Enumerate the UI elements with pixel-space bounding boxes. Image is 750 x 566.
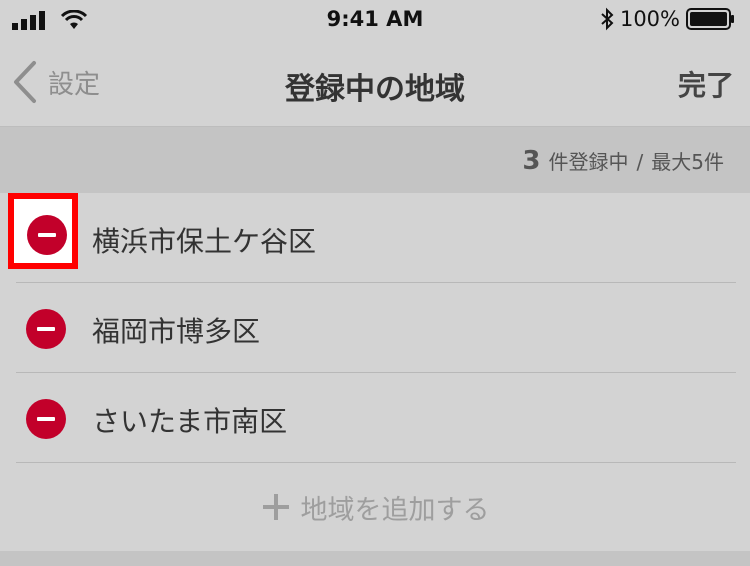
list-item: 横浜市保土ケ谷区 [0,193,750,283]
region-name: 福岡市博多区 [92,315,261,348]
list-item: 福岡市博多区 [0,283,750,373]
highlight-box [8,193,78,269]
battery-percent: 100% [619,7,680,31]
bottom-strip [0,551,750,566]
minus-icon [37,417,55,421]
add-region-label: 地域を追加する [300,494,490,526]
region-name: 横浜市保土ケ谷区 [92,225,317,258]
remove-button[interactable] [26,309,66,349]
max-count-label: 最大5件 [651,150,724,174]
plus-icon [262,494,289,520]
navigation-bar: 設定 登録中の地域 完了 [0,40,750,127]
add-region-button[interactable]: 地域を追加する [0,463,750,551]
remove-button[interactable] [26,399,66,439]
list-item: さいたま市南区 [0,373,750,463]
minus-icon [38,233,56,237]
status-right: 100% [600,7,736,31]
region-name: さいたま市南区 [92,405,288,438]
remove-button[interactable] [27,215,67,255]
region-list: 横浜市保土ケ谷区 福岡市博多区 さいたま市南区 [0,193,750,463]
page-title: 登録中の地域 [285,72,465,107]
registered-count-number: 3 [522,146,541,176]
count-divider: / [636,150,644,174]
done-button[interactable]: 完了 [678,64,734,104]
registration-count-bar: 3 件登録中 / 最大5件 [0,127,750,193]
battery-icon [686,8,734,30]
bluetooth-icon [601,7,614,31]
minus-icon [37,327,55,331]
registration-count: 3 件登録中 / 最大5件 [522,146,724,176]
status-bar: 9:41 AM 100% [0,0,750,40]
registered-count-suffix: 件登録中 [548,150,629,174]
